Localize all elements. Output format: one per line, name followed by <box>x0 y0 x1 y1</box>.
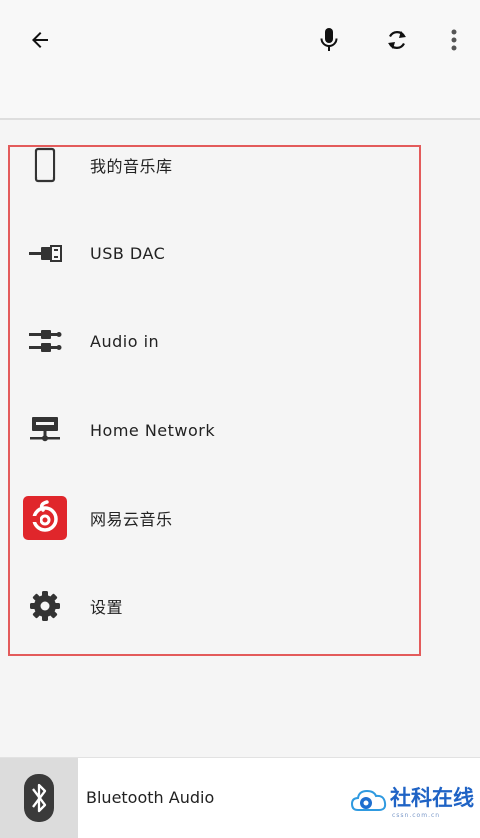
app-bar <box>0 0 480 120</box>
menu-item-usb-dac[interactable]: USB DAC <box>10 223 419 283</box>
microphone-icon <box>320 28 338 51</box>
more-vertical-icon <box>451 29 457 51</box>
voice-search-button[interactable] <box>309 20 349 60</box>
cloud-eye-icon <box>350 789 387 811</box>
watermark-logo: 社科在线 cssn.com.cn <box>350 778 476 828</box>
menu-item-label: 网易云音乐 <box>90 510 173 529</box>
menu-item-label: Home Network <box>90 420 216 440</box>
audio-jack-icon <box>22 318 68 364</box>
menu-item-label: 设置 <box>90 598 124 617</box>
more-options-button[interactable] <box>434 20 474 60</box>
phone-icon <box>22 142 68 188</box>
watermark-text: 社科在线 <box>390 785 474 810</box>
netease-music-icon <box>22 495 68 541</box>
network-icon <box>22 407 68 453</box>
menu-item-settings[interactable]: 设置 <box>10 576 419 636</box>
now-playing-bar[interactable]: Bluetooth Audio 社科在线 cssn.com.cn <box>0 757 480 838</box>
menu-item-label: USB DAC <box>90 243 166 263</box>
usb-icon <box>22 230 68 276</box>
bluetooth-icon <box>0 758 78 838</box>
sync-icon <box>388 31 406 49</box>
menu-item-my-library[interactable]: 我的音乐库 <box>10 135 419 195</box>
watermark-url: cssn.com.cn <box>392 812 441 819</box>
menu-item-audio-in[interactable]: Audio in <box>10 311 419 371</box>
menu-item-label: 我的音乐库 <box>90 157 173 176</box>
bluetooth-audio-label: Bluetooth Audio <box>86 788 215 807</box>
gear-icon <box>22 583 68 629</box>
refresh-button[interactable] <box>377 20 417 60</box>
menu-item-netease-music[interactable]: 网易云音乐 <box>10 488 419 548</box>
back-button[interactable] <box>20 20 60 60</box>
menu-item-home-network[interactable]: Home Network <box>10 400 419 460</box>
source-menu: 我的音乐库 USB DAC Audio in Home Network 网易云音… <box>8 145 421 656</box>
menu-item-label: Audio in <box>90 331 160 351</box>
arrow-left-icon <box>32 32 48 48</box>
